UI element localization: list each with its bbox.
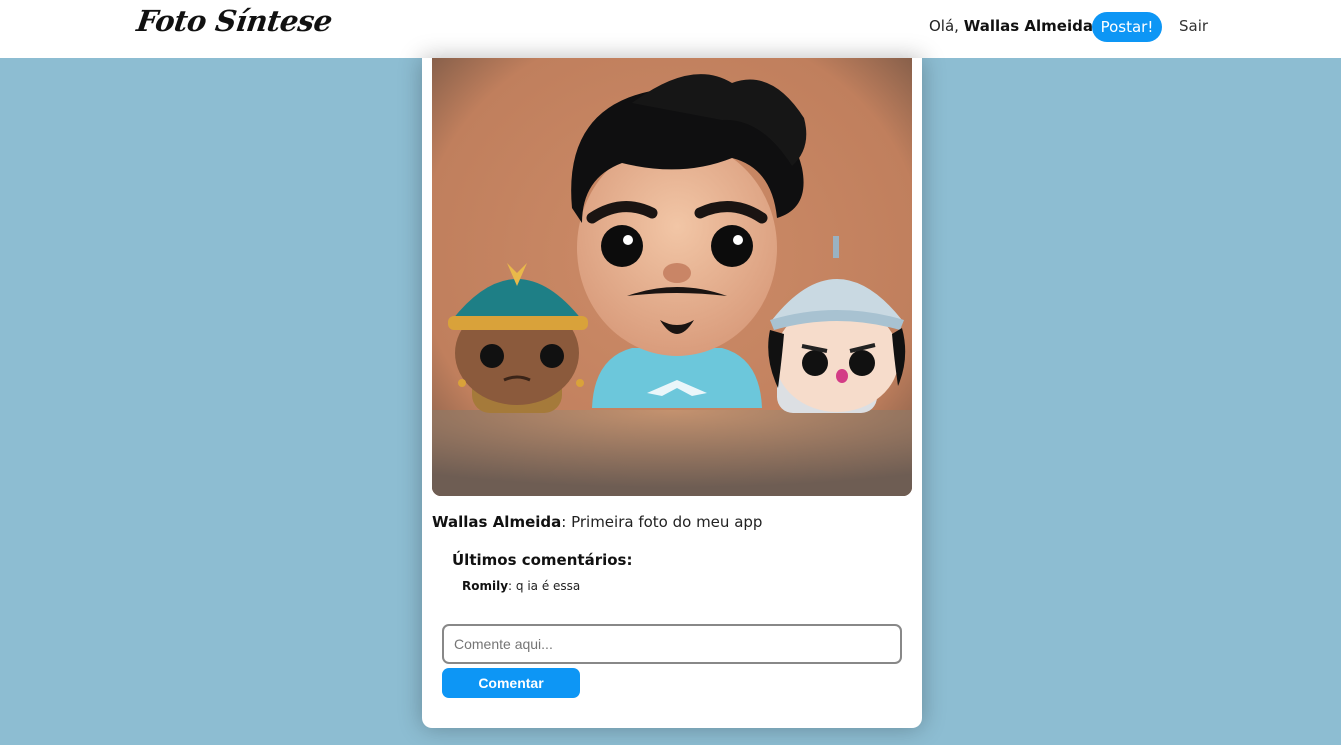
app-logo[interactable]: Foto Síntese xyxy=(135,4,335,38)
comment-text: : q ia é essa xyxy=(508,579,581,593)
logout-link[interactable]: Sair xyxy=(1179,17,1208,35)
navbar: Foto Síntese Olá, Wallas Almeida Postar!… xyxy=(0,0,1341,58)
post-button[interactable]: Postar! xyxy=(1092,12,1162,42)
post-caption: Wallas Almeida: Primeira foto do meu app xyxy=(432,513,762,531)
post-card: Wallas Almeida: Primeira foto do meu app… xyxy=(422,58,922,728)
comment-submit-button[interactable]: Comentar xyxy=(442,668,580,698)
post-image xyxy=(432,58,912,496)
post-author: Wallas Almeida xyxy=(432,513,562,531)
greeting-prefix: Olá, xyxy=(929,17,964,35)
comment-author: Romily xyxy=(462,579,509,593)
comment-item: Romily: q ia é essa xyxy=(462,579,580,593)
username-label: Wallas Almeida xyxy=(963,17,1093,35)
post-caption-text: : Primeira foto do meu app xyxy=(561,513,763,531)
comment-input[interactable] xyxy=(442,624,902,664)
user-greeting: Olá, Wallas Almeida xyxy=(929,17,1093,35)
comments-heading: Últimos comentários: xyxy=(452,551,633,569)
